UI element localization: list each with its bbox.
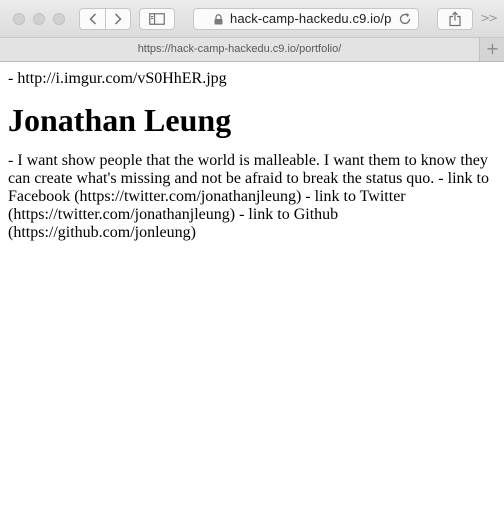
sidebar-icon xyxy=(149,13,165,25)
address-url: hack-camp-hackedu.c9.io/p xyxy=(230,11,392,26)
address-bar[interactable]: hack-camp-hackedu.c9.io/p xyxy=(193,8,419,30)
chevron-right-icon xyxy=(114,13,122,25)
reload-icon xyxy=(399,13,411,25)
image-url-text: - http://i.imgur.com/vS0HhER.jpg xyxy=(8,70,227,87)
share-button[interactable] xyxy=(437,8,473,30)
plus-icon: + xyxy=(485,39,500,58)
zoom-window-button[interactable] xyxy=(53,13,65,25)
bio-paragraph: - I want show people that the world is m… xyxy=(8,152,489,241)
new-tab-button[interactable]: + xyxy=(481,38,504,61)
sidebar-toggle-button[interactable] xyxy=(139,8,175,30)
tab-bar: https://hack-camp-hackedu.c9.io/portfoli… xyxy=(0,38,504,62)
chevron-left-icon xyxy=(88,13,96,25)
lock-icon xyxy=(214,14,223,25)
minimize-window-button[interactable] xyxy=(33,13,45,25)
tab-portfolio[interactable]: https://hack-camp-hackedu.c9.io/portfoli… xyxy=(0,38,480,61)
back-button[interactable] xyxy=(79,8,105,30)
share-icon xyxy=(449,11,461,27)
browser-window: hack-camp-hackedu.c9.io/p >> https://hac… xyxy=(0,0,504,505)
page-title: Jonathan Leung xyxy=(8,102,232,138)
tab-title: https://hack-camp-hackedu.c9.io/portfoli… xyxy=(137,43,342,55)
page-content: - http://i.imgur.com/vS0HhER.jpg Jonatha… xyxy=(0,62,504,505)
browser-toolbar: hack-camp-hackedu.c9.io/p >> xyxy=(0,0,504,38)
close-window-button[interactable] xyxy=(13,13,25,25)
reload-button[interactable] xyxy=(398,12,414,28)
forward-button[interactable] xyxy=(105,8,131,30)
overflow-icon[interactable]: >> xyxy=(480,11,498,25)
